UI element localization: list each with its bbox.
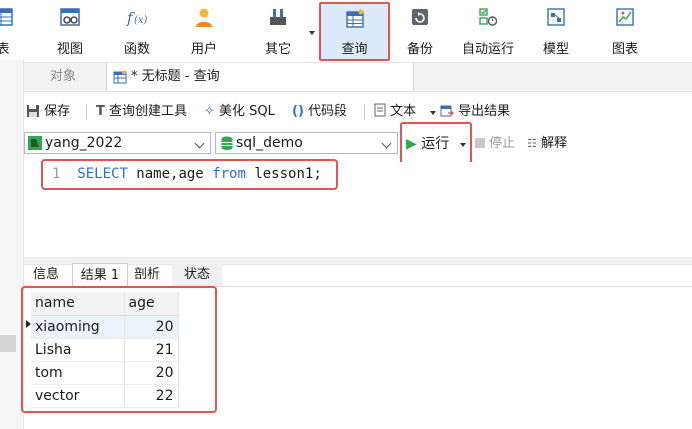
tab-result-1[interactable]: 结果 1 (72, 263, 128, 287)
magic-wand-icon: ✧ (204, 104, 215, 119)
query-tab-icon (113, 70, 127, 84)
save-icon (27, 105, 39, 117)
connection-icon (28, 136, 42, 150)
ribbon-automation-label: 自动运行 (461, 42, 514, 57)
query-toolbar: 保存 T 查询创建工具 ✧ 美化 SQL () 代码段 文本 导出结果 (24, 98, 692, 126)
query-builder-button[interactable]: T 查询创建工具 (96, 102, 187, 122)
ribbon-model-label: 模型 (542, 42, 569, 57)
chevron-down-icon (194, 138, 205, 149)
text-mode-button[interactable]: 文本 (374, 102, 416, 122)
save-button[interactable]: 保存 (26, 102, 70, 122)
code-snippet-label: 代码段 (308, 104, 348, 119)
ribbon-backup-button[interactable]: 备份 (400, 2, 440, 60)
ribbon-user-label: 用户 (190, 42, 217, 57)
ribbon-chart-label: 图表 (611, 42, 638, 57)
sql-highlight-frame (41, 159, 338, 190)
document-tab-bar: 对象 * 无标题 - 查询 (24, 63, 692, 92)
chart-icon (616, 8, 634, 26)
ribbon-table-label: 表 (0, 42, 10, 57)
export-icon (440, 105, 454, 117)
explain-label: 解释 (541, 136, 568, 151)
tab-objects[interactable]: 对象 (24, 63, 102, 91)
save-label: 保存 (44, 104, 71, 119)
results-highlight-frame (21, 286, 217, 413)
ribbon-function-button[interactable]: f (x) 函数 (117, 2, 157, 60)
database-icon (221, 136, 233, 150)
ribbon-tools-label: 其它 (264, 42, 291, 57)
tab-info[interactable]: 信息 (26, 263, 66, 287)
snippet-icon: () (292, 104, 304, 119)
query-tab-title: * 无标题 - 查询 (131, 69, 220, 84)
text-mode-label: 文本 (390, 104, 417, 119)
beautify-sql-button[interactable]: ✧ 美化 SQL (204, 102, 275, 122)
stop-label: 停止 (489, 136, 516, 151)
ribbon-query-button[interactable]: 查询 (319, 2, 390, 61)
ribbon-table-button[interactable]: 表 (0, 2, 20, 60)
tab-status[interactable]: 状态 (172, 263, 222, 287)
ribbon-function-label: 函数 (123, 42, 150, 57)
tools-icon (270, 9, 286, 25)
explain-button[interactable]: ☷ 解释 (527, 134, 567, 154)
table-icon (0, 8, 13, 26)
toolbar-divider (364, 104, 365, 120)
query-builder-icon: T (96, 104, 105, 119)
tab-profile[interactable]: 剖析 (128, 263, 166, 287)
chevron-down-icon (381, 138, 392, 149)
function-icon: f (x) (126, 9, 148, 27)
beautify-sql-label: 美化 SQL (219, 104, 275, 119)
text-dropdown-arrow-icon[interactable] (430, 111, 436, 115)
stop-icon (475, 138, 485, 148)
database-name: sql_demo (236, 135, 303, 151)
svg-text:(x): (x) (134, 15, 148, 26)
automation-icon (479, 8, 498, 26)
ribbon-automation-button[interactable]: 自动运行 (455, 2, 521, 60)
query-builder-label: 查询创建工具 (109, 104, 188, 119)
export-results-label: 导出结果 (458, 104, 511, 119)
query-icon (345, 9, 364, 28)
navigation-pane-marker (0, 335, 16, 352)
ribbon-query-label: 查询 (341, 42, 368, 57)
ribbon-model-button[interactable]: 模型 (536, 2, 576, 60)
backup-icon (412, 9, 428, 25)
run-highlight-frame (400, 122, 472, 166)
code-snippet-button[interactable]: () 代码段 (292, 102, 347, 122)
connection-name: yang_2022 (45, 135, 123, 151)
toolbar-divider (86, 104, 87, 120)
database-select[interactable]: sql_demo (215, 132, 398, 154)
connection-select[interactable]: yang_2022 (24, 132, 211, 154)
tools-dropdown-arrow-icon[interactable] (309, 31, 315, 35)
tab-untitled-query[interactable]: * 无标题 - 查询 (106, 63, 414, 91)
ribbon-backup-label: 备份 (406, 42, 433, 57)
user-icon (196, 8, 212, 27)
ribbon-view-button[interactable]: 视图 (50, 2, 90, 60)
ribbon-tools-button[interactable]: 其它 (258, 2, 298, 60)
ribbon-toolbar: 表 视图 f (x) 函数 用户 其它 查询 备份 自动运行 模型 图表 (0, 0, 692, 63)
ribbon-chart-button[interactable]: 图表 (605, 2, 645, 60)
export-results-button[interactable]: 导出结果 (440, 102, 510, 122)
model-icon (547, 8, 565, 26)
ribbon-view-label: 视图 (56, 42, 83, 57)
view-icon (60, 8, 80, 26)
ribbon-user-button[interactable]: 用户 (184, 2, 224, 60)
stop-button[interactable]: 停止 (475, 134, 515, 154)
text-icon (374, 103, 386, 117)
explain-icon: ☷ (527, 137, 537, 150)
